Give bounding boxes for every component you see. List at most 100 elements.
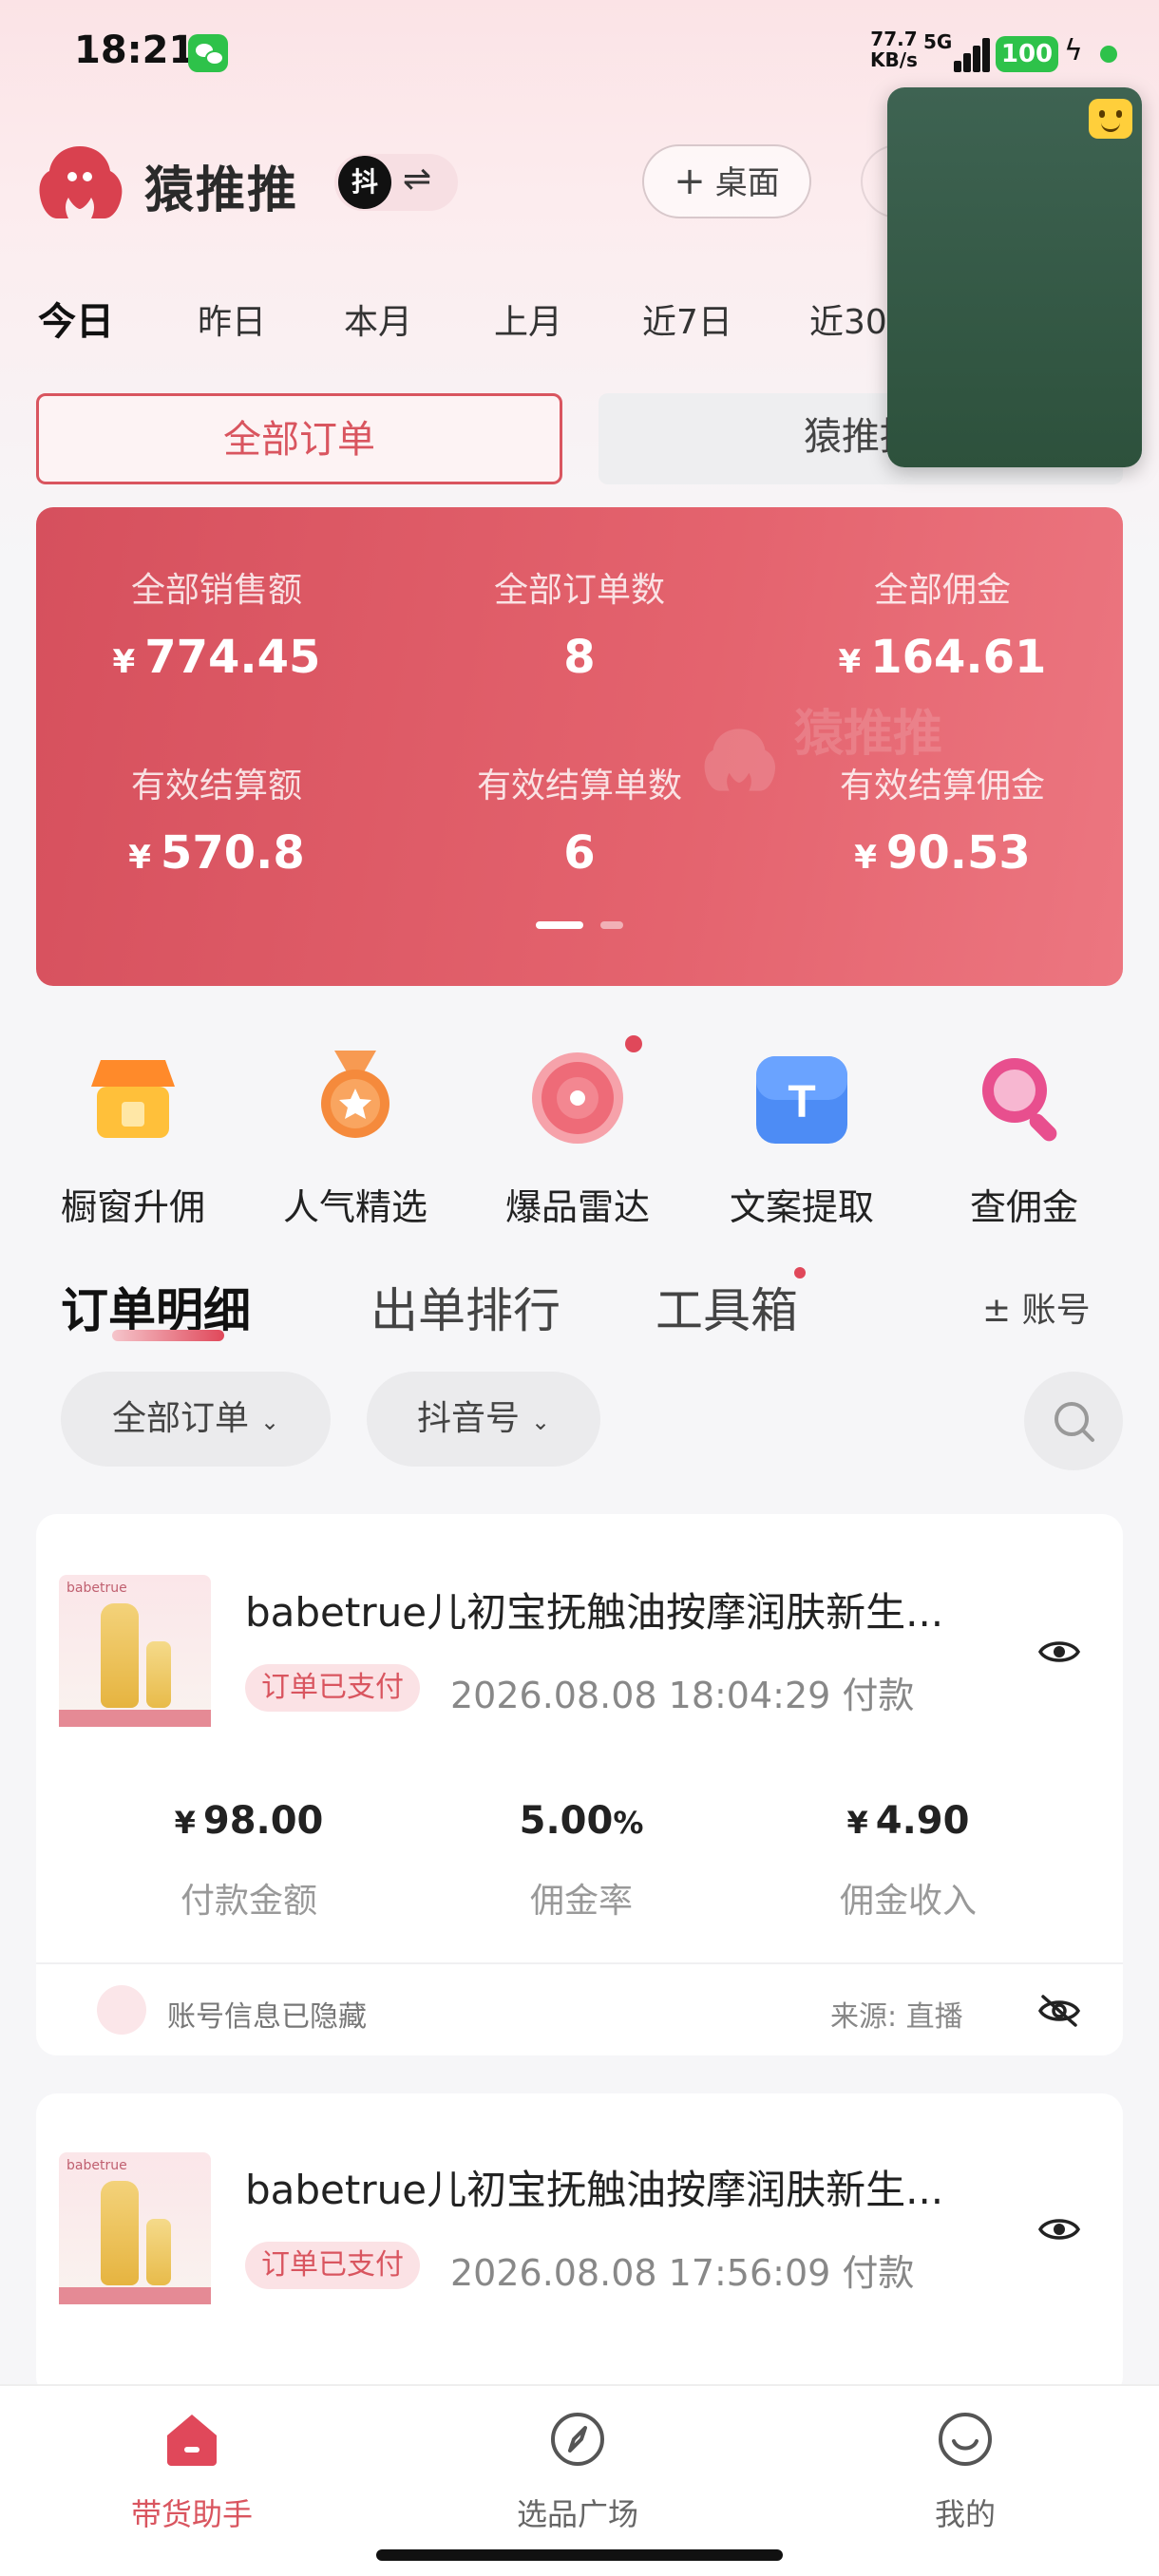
tool-check-commission[interactable]	[973, 1049, 1072, 1151]
tool-label-check-commission: 查佣金	[969, 1186, 1078, 1228]
signal-icon	[950, 34, 992, 72]
stat-label-valid-settlement: 有效结算额	[130, 767, 302, 805]
svg-text:T: T	[788, 1077, 815, 1127]
product-brand: babetrue	[66, 2158, 127, 2173]
search-icon	[1054, 1402, 1094, 1442]
tool-label-text-extract: 文案提取	[729, 1186, 874, 1228]
eye-icon[interactable]	[1037, 1636, 1081, 1668]
card-divider	[36, 1962, 1123, 1964]
douyin-icon: 抖	[338, 156, 391, 209]
filter-all-orders-label: 全部订单	[111, 1399, 249, 1438]
tab-toolbox[interactable]: 工具箱	[656, 1273, 798, 1341]
stat-label-valid-orders: 有效结算单数	[476, 767, 682, 805]
order-product-title: babetrue儿初宝抚触油按摩润肤新生...	[245, 1589, 944, 1636]
net-speed-value: 77.7	[870, 28, 918, 50]
nav-profile[interactable]	[935, 2411, 996, 2472]
stat-label-total-sales: 全部销售额	[130, 571, 302, 610]
watermark-text: 猿推推	[794, 706, 943, 763]
net-speed-unit: KB/s	[870, 48, 918, 71]
account-hidden-text: 账号信息已隐藏	[167, 2000, 367, 2034]
order-status-badge: 订单已支付	[245, 1664, 420, 1712]
commission-rate-value: 5.00%	[519, 1799, 644, 1843]
order-time: 2026.08.08 17:56:09 付款	[450, 2252, 915, 2294]
add-to-desktop-button[interactable]: + 桌面	[642, 144, 811, 218]
eye-icon[interactable]	[1037, 2213, 1081, 2245]
tool-text-extract[interactable]: T	[752, 1052, 851, 1155]
eye-slash-icon[interactable]	[1037, 1995, 1081, 2027]
nav-product-plaza[interactable]	[547, 2411, 608, 2472]
product-brand: babetrue	[66, 1581, 127, 1596]
smile-profile-icon	[939, 2413, 992, 2466]
chevron-down-icon: ⌄	[530, 1409, 551, 1435]
tab-all-orders[interactable]: 全部订单	[36, 393, 562, 484]
charging-icon: ϟ	[1064, 34, 1083, 67]
avatar	[97, 1985, 146, 2035]
stats-card[interactable]: 猿推推 全部销售额 ¥774.45 全部订单数 8 全部佣金 ¥164.61 有…	[36, 507, 1123, 986]
wechat-icon	[188, 34, 228, 72]
tool-hot-radar[interactable]	[528, 1049, 627, 1151]
nav-label-profile: 我的	[934, 2496, 996, 2532]
network-type: 5G	[923, 30, 953, 53]
stat-value-total-commission: ¥164.61	[838, 631, 1047, 684]
payment-amount-value: ¥98.00	[174, 1799, 324, 1843]
swap-icon[interactable]: ⇌	[403, 160, 431, 199]
battery-indicator: 100	[996, 36, 1058, 72]
search-button[interactable]	[1024, 1372, 1123, 1470]
storefront-icon	[91, 1060, 175, 1138]
plus-icon: +	[674, 160, 706, 203]
medal-icon	[321, 1051, 390, 1138]
radar-notification-dot	[625, 1035, 642, 1052]
stat-label-total-commission: 全部佣金	[873, 571, 1011, 610]
tool-shop-upgrade[interactable]	[84, 1049, 182, 1151]
date-tab-today[interactable]: 今日	[38, 291, 114, 346]
stat-label-total-orders: 全部订单数	[493, 571, 665, 610]
stat-value-valid-orders: 6	[563, 826, 596, 880]
date-tab-this-month[interactable]: 本月	[344, 294, 412, 344]
order-status-badge: 订单已支付	[245, 2242, 420, 2289]
toolbox-notification-dot	[794, 1267, 806, 1279]
tool-label-shop-upgrade: 橱窗升佣	[60, 1186, 205, 1228]
tool-label-hot-radar: 爆品雷达	[504, 1186, 650, 1228]
stat-value-valid-commission: ¥90.53	[854, 826, 1031, 880]
floating-video-window[interactable]	[887, 87, 1142, 467]
tab-order-ranking[interactable]: 出单排行	[370, 1273, 560, 1341]
filter-douyin-account[interactable]: 抖音号 ⌄	[367, 1372, 600, 1467]
date-tab-30-days[interactable]: 近30	[809, 294, 887, 344]
date-tab-yesterday[interactable]: 昨日	[198, 294, 266, 344]
stat-value-valid-settlement: ¥570.8	[128, 826, 305, 880]
order-source: 来源: 直播	[830, 2000, 963, 2034]
smiley-icon	[1089, 99, 1132, 139]
date-tab-last-month[interactable]: 上月	[494, 294, 562, 344]
tool-label-popular-picks: 人气精选	[282, 1186, 428, 1228]
nav-sales-assistant[interactable]	[162, 2411, 222, 2472]
filter-all-orders[interactable]: 全部订单 ⌄	[61, 1372, 331, 1467]
account-filter-link[interactable]: ± 账号	[982, 1282, 1091, 1332]
net-speed: 77.7 KB/s	[870, 28, 918, 70]
order-time: 2026.08.08 18:04:29 付款	[450, 1675, 915, 1716]
privacy-dot	[1100, 46, 1117, 63]
stat-label-valid-commission: 有效结算佣金	[839, 767, 1045, 805]
status-time: 18:21	[74, 28, 196, 72]
compass-icon	[551, 2413, 604, 2466]
commission-income-label: 佣金收入	[839, 1882, 977, 1921]
filter-douyin-label: 抖音号	[416, 1399, 520, 1438]
gorilla-logo-icon	[39, 146, 123, 218]
order-product-title: babetrue儿初宝抚触油按摩润肤新生...	[245, 2167, 944, 2213]
home-indicator[interactable]	[376, 2549, 783, 2561]
tool-popular-picks[interactable]	[306, 1045, 405, 1147]
nav-label-product-plaza: 选品广场	[516, 2496, 638, 2532]
home-icon	[167, 2415, 217, 2466]
product-thumbnail: babetrue	[59, 2152, 211, 2304]
text-extract-icon: T	[756, 1056, 847, 1144]
date-tab-7-days[interactable]: 近7日	[642, 294, 732, 344]
stat-value-total-orders: 8	[563, 631, 596, 684]
commission-income-value: ¥4.90	[846, 1799, 970, 1843]
product-thumbnail: babetrue	[59, 1575, 211, 1727]
chevron-down-icon: ⌄	[259, 1409, 280, 1435]
commission-rate-label: 佣金率	[529, 1882, 633, 1921]
payment-amount-label: 付款金额	[180, 1882, 317, 1921]
page-indicator	[600, 921, 623, 929]
app-title: 猿推推	[144, 162, 299, 219]
active-tab-underline	[112, 1330, 224, 1341]
bottom-navigation: 带货助手 选品广场 我的	[0, 2384, 1159, 2576]
